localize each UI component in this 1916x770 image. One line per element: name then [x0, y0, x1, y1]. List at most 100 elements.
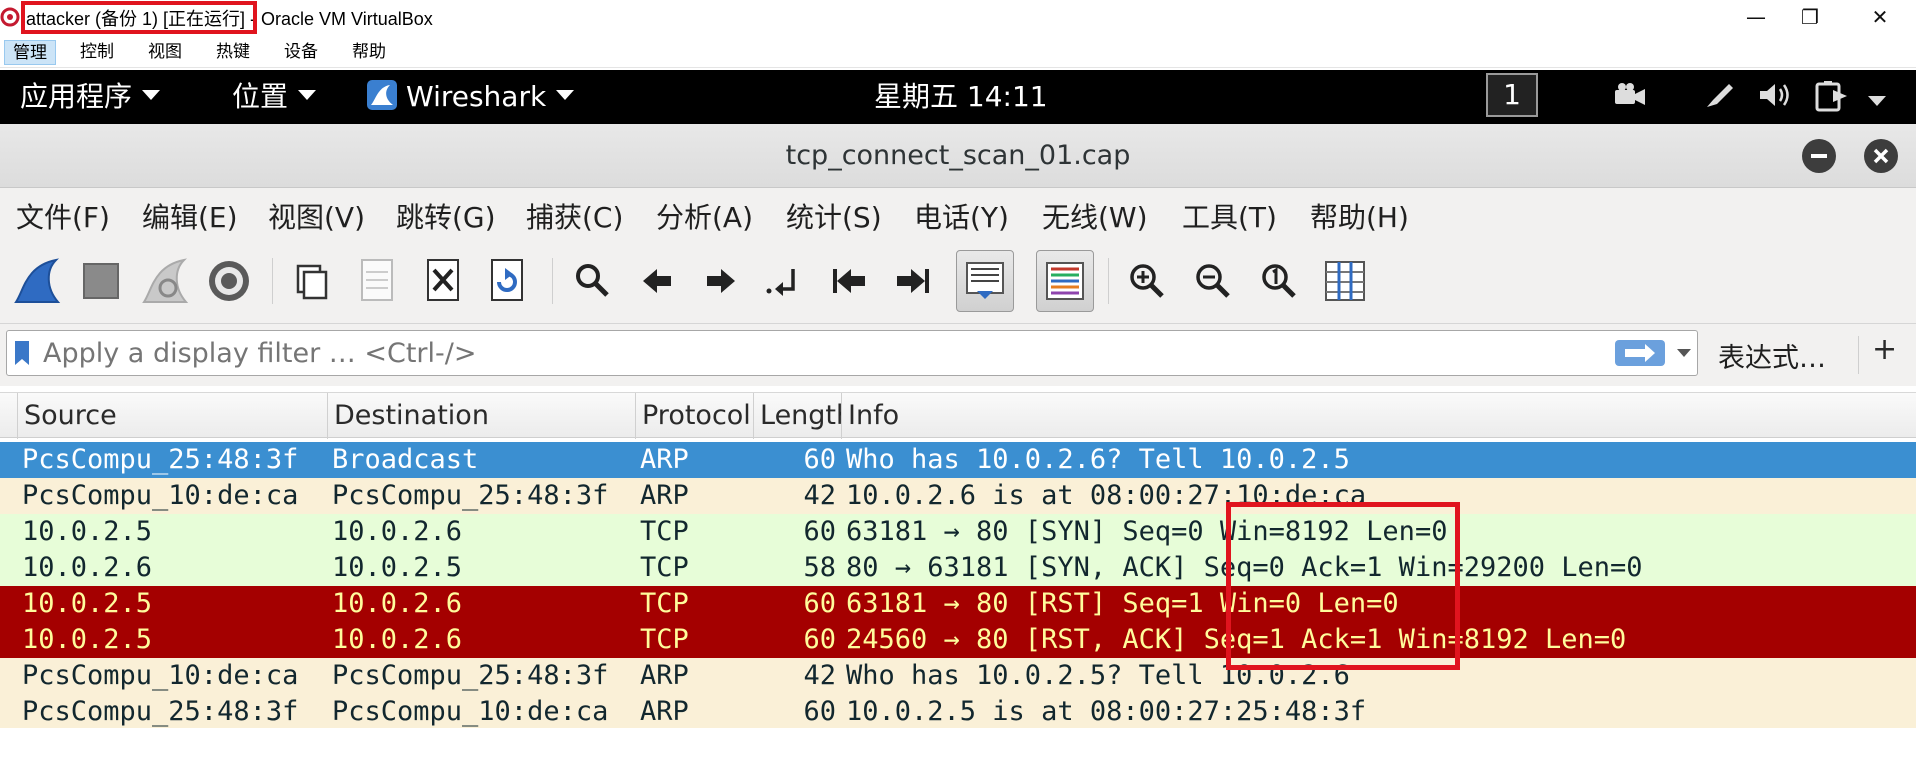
first-packet-icon[interactable] — [820, 250, 878, 312]
cell-info: 24560 → 80 [RST, ACK] Seq=1 Ack=1 Win=81… — [846, 624, 1627, 655]
close-window-button[interactable] — [1864, 139, 1898, 173]
colorize-icon[interactable] — [1036, 250, 1094, 312]
vbox-menu-help[interactable]: 帮助 — [344, 40, 394, 65]
packet-row[interactable]: 10.0.2.5 10.0.2.6 TCP 60 63181 → 80 [RST] Se… — [0, 586, 1916, 622]
menu-statistics[interactable]: 统计(S) — [786, 196, 882, 236]
applications-label: 应用程序 — [20, 80, 133, 113]
save-file-icon[interactable] — [348, 250, 406, 312]
stop-capture-icon[interactable] — [72, 250, 130, 312]
menu-capture[interactable]: 捕获(C) — [526, 196, 623, 236]
menu-tools[interactable]: 工具(T) — [1182, 196, 1277, 236]
camera-icon[interactable] — [1612, 80, 1648, 114]
expression-button[interactable]: 表达式… — [1718, 336, 1826, 375]
close-button[interactable]: ✕ — [1850, 0, 1910, 34]
cell-protocol: ARP — [640, 480, 689, 511]
menu-go[interactable]: 跳转(G) — [396, 196, 496, 236]
wireshark-fin-icon — [367, 80, 397, 110]
column-no-stub[interactable] — [0, 393, 18, 439]
menu-edit[interactable]: 编辑(E) — [142, 196, 238, 236]
cell-info: Who has 10.0.2.5? Tell 10.0.2.6 — [846, 660, 1350, 691]
cell-protocol: TCP — [640, 552, 689, 583]
wireshark-titlebar: tcp_connect_scan_01.cap — [0, 124, 1916, 188]
system-menu-chevron-icon[interactable] — [1862, 88, 1892, 122]
menu-file[interactable]: 文件(F) — [16, 196, 110, 236]
close-file-icon[interactable] — [414, 250, 472, 312]
battery-power-icon[interactable] — [1812, 80, 1852, 114]
applications-menu[interactable]: 应用程序 — [20, 70, 161, 124]
open-file-icon[interactable] — [284, 250, 342, 312]
packet-row[interactable]: PcsCompu_10:de:ca PcsCompu_25:48:3f ARP 42 W… — [0, 658, 1916, 694]
normal-size-icon[interactable] — [1250, 250, 1308, 312]
minimize-window-button[interactable] — [1802, 139, 1836, 173]
menu-view[interactable]: 视图(V) — [268, 196, 365, 236]
packet-row[interactable]: 10.0.2.5 10.0.2.6 TCP 60 63181 → 80 [SYN] Se… — [0, 514, 1916, 550]
vbox-menu-manage[interactable]: 管理 — [4, 40, 56, 65]
column-source[interactable]: Source — [18, 393, 328, 439]
vbox-menubar: 管理 控制 视图 热键 设备 帮助 — [0, 34, 1916, 68]
resize-columns-icon[interactable] — [1316, 250, 1374, 312]
menu-wireless[interactable]: 无线(W) — [1042, 196, 1148, 236]
packet-list-empty-area — [0, 728, 1916, 770]
app-menu-wireshark[interactable]: Wireshark — [366, 70, 575, 124]
cell-source: 10.0.2.5 — [22, 588, 153, 619]
apply-filter-button[interactable] — [1615, 340, 1665, 366]
chevron-down-icon — [556, 90, 575, 100]
packet-row[interactable]: 10.0.2.6 10.0.2.5 TCP 58 80 → 63181 [SYN, AC… — [0, 550, 1916, 586]
restart-capture-icon[interactable] — [136, 250, 194, 312]
go-forward-icon[interactable] — [692, 250, 750, 312]
cell-length: 60 — [803, 624, 836, 655]
vbox-menu-control[interactable]: 控制 — [72, 40, 122, 65]
cell-protocol: ARP — [640, 444, 689, 475]
places-menu[interactable]: 位置 — [232, 70, 317, 124]
cell-source: 10.0.2.5 — [22, 516, 153, 547]
restore-button[interactable]: ❐ — [1780, 0, 1840, 34]
cell-source: PcsCompu_25:48:3f — [22, 696, 299, 727]
last-packet-icon[interactable] — [884, 250, 942, 312]
zoom-out-icon[interactable] — [1184, 250, 1242, 312]
vbox-menu-devices[interactable]: 设备 — [276, 40, 326, 65]
go-to-packet-icon[interactable] — [756, 250, 814, 312]
start-capture-icon[interactable] — [8, 250, 66, 312]
cell-length: 42 — [803, 480, 836, 511]
host-title-bar: attacker (备份 1) [正在运行] - Oracle VM Virtu… — [0, 0, 1916, 34]
capture-file-title: tcp_connect_scan_01.cap — [785, 140, 1131, 171]
places-label: 位置 — [232, 80, 289, 113]
find-packet-icon[interactable] — [564, 250, 622, 312]
capture-options-icon[interactable] — [200, 250, 258, 312]
filter-separator — [1858, 336, 1859, 374]
filter-bookmark-icon[interactable] — [15, 341, 29, 365]
cell-length: 60 — [803, 588, 836, 619]
cell-protocol: ARP — [640, 696, 689, 727]
go-back-icon[interactable] — [628, 250, 686, 312]
zoom-in-icon[interactable] — [1118, 250, 1176, 312]
column-info[interactable]: Info — [842, 393, 1916, 439]
column-protocol[interactable]: Protocol — [636, 393, 754, 439]
cell-length: 42 — [803, 660, 836, 691]
minimize-button[interactable]: — — [1726, 0, 1786, 34]
packet-row[interactable]: PcsCompu_10:de:ca PcsCompu_25:48:3f ARP 42 1… — [0, 478, 1916, 514]
cell-info: 10.0.2.5 is at 08:00:27:25:48:3f — [846, 696, 1367, 727]
packet-list: Source Destination Protocol Length Info … — [0, 392, 1916, 770]
display-filter-input[interactable] — [43, 335, 1603, 371]
vbox-menu-view[interactable]: 视图 — [140, 40, 190, 65]
reload-file-icon[interactable] — [478, 250, 536, 312]
clock[interactable]: 星期五 14:11 — [874, 70, 1048, 124]
volume-icon[interactable] — [1756, 80, 1796, 114]
add-filter-button[interactable]: + — [1872, 332, 1897, 367]
menu-telephony[interactable]: 电话(Y) — [914, 196, 1009, 236]
packet-row[interactable]: PcsCompu_25:48:3f Broadcast ARP 60 Who has 1… — [0, 442, 1916, 478]
column-length[interactable]: Length — [754, 393, 842, 439]
column-destination[interactable]: Destination — [328, 393, 636, 439]
workspace-indicator[interactable]: 1 — [1486, 73, 1538, 117]
menu-help[interactable]: 帮助(H) — [1310, 196, 1409, 236]
cell-protocol: ARP — [640, 660, 689, 691]
menu-analyze[interactable]: 分析(A) — [656, 196, 753, 236]
packet-row[interactable]: PcsCompu_25:48:3f PcsCompu_10:de:ca ARP 60 1… — [0, 694, 1916, 730]
filter-history-dropdown-icon[interactable] — [1677, 349, 1691, 357]
cell-protocol: TCP — [640, 624, 689, 655]
cell-length: 60 — [803, 516, 836, 547]
vbox-menu-hotkeys[interactable]: 热键 — [208, 40, 258, 65]
autoscroll-icon[interactable] — [956, 250, 1014, 312]
pen-icon[interactable] — [1702, 80, 1738, 114]
packet-row[interactable]: 10.0.2.5 10.0.2.6 TCP 60 24560 → 80 [RST, AC… — [0, 622, 1916, 658]
